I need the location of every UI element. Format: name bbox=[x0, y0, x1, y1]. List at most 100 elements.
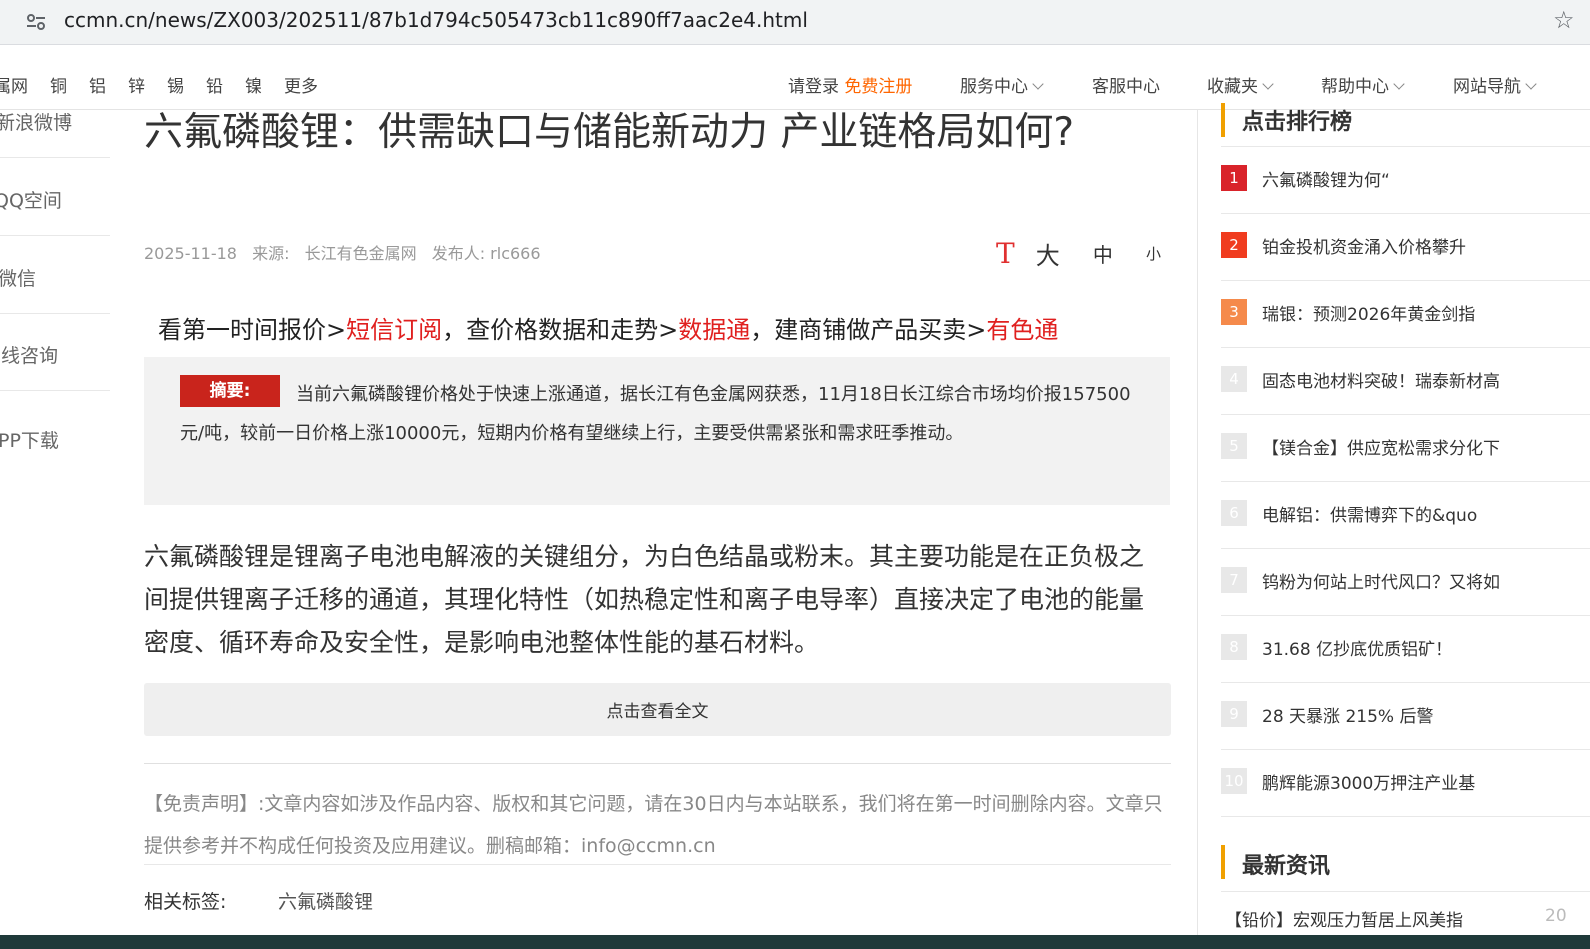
ranking-number: 10 bbox=[1221, 768, 1247, 794]
site-info-icon[interactable] bbox=[24, 10, 48, 34]
nav-metal-item[interactable]: 铅 bbox=[206, 72, 223, 97]
summary-label: 摘要: bbox=[180, 375, 280, 407]
ranking-title-link[interactable]: 31.68 亿抄底优质铝矿！ bbox=[1262, 635, 1452, 660]
divider bbox=[1221, 891, 1590, 892]
ranking-number: 2 bbox=[1221, 232, 1247, 258]
font-size-medium-button[interactable]: 中 bbox=[1093, 243, 1113, 267]
promo-text: 看第一时间报价> bbox=[158, 316, 347, 344]
nav-metal-item[interactable]: 镍 bbox=[245, 72, 262, 97]
ranking-title-link[interactable]: 铂金投机资金涌入价格攀升 bbox=[1262, 233, 1466, 258]
ranking-item[interactable]: 7 钨粉为何站上时代风口？又将如 bbox=[1221, 548, 1590, 616]
section-accent-bar bbox=[1221, 845, 1225, 879]
ranking-item[interactable]: 2 铂金投机资金涌入价格攀升 bbox=[1221, 213, 1590, 281]
chevron-down-icon bbox=[1525, 78, 1537, 90]
help-center-label: 帮助中心 bbox=[1321, 77, 1389, 97]
share-app-download[interactable]: APP下载 bbox=[0, 426, 95, 453]
chevron-down-icon bbox=[1262, 78, 1274, 90]
url-text[interactable]: ccmn.cn/news/ZX003/202511/87b1d794c50547… bbox=[64, 8, 808, 32]
summary-text: 当前六氟磷酸锂价格处于快速上涨通道，据长江有色金属网获悉，11月18日长江综合市… bbox=[180, 384, 1131, 444]
login-link[interactable]: 请登录 bbox=[788, 77, 839, 97]
ranking-item[interactable]: 6 电解铝：供需博弈下的&quo bbox=[1221, 481, 1590, 549]
ranking-header-divider bbox=[1221, 103, 1590, 147]
article-source: 长江有色金属网 bbox=[304, 244, 417, 263]
top-nav-bar: 属网铜铝锌锡铅镍更多 请登录 免费注册 服务中心 客服中心 收藏夹 帮助中心 网… bbox=[0, 56, 1590, 110]
article-date: 2025-11-18 bbox=[144, 244, 237, 263]
divider bbox=[144, 864, 1171, 865]
ranking-title-link[interactable]: 28 天暴涨 215% 后警 bbox=[1262, 702, 1433, 727]
share-qzone[interactable]: QQ空间 bbox=[0, 186, 104, 213]
latest-news-date: 20 bbox=[1545, 906, 1567, 926]
favorites-menu[interactable]: 收藏夹 bbox=[1207, 72, 1274, 97]
sidebar-separator bbox=[1197, 110, 1198, 949]
customer-center-label: 客服中心 bbox=[1092, 77, 1160, 97]
share-divider bbox=[0, 157, 110, 158]
font-size-small-button[interactable]: 小 bbox=[1146, 245, 1161, 263]
article-publisher: 发布人: rlc666 bbox=[431, 244, 541, 263]
nav-more-link[interactable]: 更多 bbox=[284, 72, 318, 97]
tags-label: 相关标签: bbox=[144, 891, 227, 913]
customer-center-link[interactable]: 客服中心 bbox=[1092, 72, 1160, 97]
share-wechat[interactable]: 微信 bbox=[0, 264, 108, 291]
ranking-item[interactable]: 4 固态电池材料突破！瑞泰新材高 bbox=[1221, 347, 1590, 415]
bookmark-star-icon[interactable]: ☆ bbox=[1553, 6, 1575, 34]
ranking-number: 4 bbox=[1221, 366, 1247, 392]
service-center-label: 服务中心 bbox=[960, 77, 1028, 97]
share-divider bbox=[0, 390, 110, 391]
data-service-link[interactable]: 数据通 bbox=[678, 316, 750, 344]
nav-metal-item[interactable]: 锌 bbox=[128, 72, 145, 97]
share-online-consult[interactable]: 在线咨询 bbox=[0, 341, 92, 368]
youset-link[interactable]: 有色通 bbox=[986, 316, 1058, 344]
chevron-down-icon bbox=[1032, 78, 1044, 90]
share-divider bbox=[0, 235, 110, 236]
latest-news-title: 最新资讯 bbox=[1242, 854, 1331, 879]
share-weibo[interactable]: 新浪微博 bbox=[0, 108, 106, 135]
ranking-number: 3 bbox=[1221, 299, 1247, 325]
source-label: 来源: bbox=[252, 244, 290, 263]
article-body: 六氟磷酸锂是锂离子电池电解液的关键组分，为白色结晶或粉末。其主要功能是在正负极之… bbox=[144, 542, 1145, 657]
site-nav-menu[interactable]: 网站导航 bbox=[1453, 72, 1537, 97]
nav-metal-item[interactable]: 属网 bbox=[0, 72, 28, 97]
bottom-strip bbox=[0, 935, 1590, 949]
subscription-promo: 看第一时间报价>短信订阅，查价格数据和走势>数据通，建商铺做产品买卖>有色通 bbox=[158, 310, 1058, 345]
promo-text: ，建商铺做产品买卖> bbox=[750, 316, 987, 344]
site-nav-label: 网站导航 bbox=[1453, 77, 1521, 97]
ranking-number: 6 bbox=[1221, 500, 1247, 526]
ranking-item[interactable]: 10 鹏辉能源3000万押注产业基 bbox=[1221, 749, 1590, 817]
disclaimer: 【免责声明】:文章内容如涉及作品内容、版权和其它问题，请在30日内与本站联系，我… bbox=[144, 793, 1163, 857]
chevron-down-icon bbox=[1393, 78, 1405, 90]
ranking-title-link[interactable]: 电解铝：供需博弈下的&quo bbox=[1262, 501, 1477, 526]
latest-news-item[interactable]: 【铅价】宏观压力暂居上风美指 bbox=[1225, 906, 1463, 931]
register-link[interactable]: 免费注册 bbox=[844, 77, 912, 97]
help-center-menu[interactable]: 帮助中心 bbox=[1321, 72, 1405, 97]
nav-metal-item[interactable]: 铝 bbox=[89, 72, 106, 97]
font-size-large-button[interactable]: 大 bbox=[1036, 242, 1060, 270]
ranking-title-link[interactable]: 六氟磷酸锂为何“ bbox=[1262, 166, 1390, 191]
login-area: 请登录 免费注册 bbox=[788, 72, 912, 97]
summary-box: 当前六氟磷酸锂价格处于快速上涨通道，据长江有色金属网获悉，11月18日长江综合市… bbox=[144, 357, 1170, 505]
ranking-number: 8 bbox=[1221, 634, 1247, 660]
nav-metal-item[interactable]: 铜 bbox=[50, 72, 67, 97]
ranking-number: 9 bbox=[1221, 701, 1247, 727]
ranking-number: 7 bbox=[1221, 567, 1247, 593]
sms-subscribe-link[interactable]: 短信订阅 bbox=[346, 316, 442, 344]
ranking-item[interactable]: 1 六氟磷酸锂为何“ bbox=[1221, 146, 1590, 214]
tag-link[interactable]: 六氟磷酸锂 bbox=[278, 887, 373, 914]
ranking-item[interactable]: 8 31.68 亿抄底优质铝矿！ bbox=[1221, 615, 1590, 683]
ranking-item[interactable]: 5 【镁合金】供应宽松需求分化下 bbox=[1221, 414, 1590, 482]
ranking-title-link[interactable]: 钨粉为何站上时代风口？又将如 bbox=[1262, 568, 1500, 593]
ranking-title-link[interactable]: 固态电池材料突破！瑞泰新材高 bbox=[1262, 367, 1500, 392]
nav-metal-item[interactable]: 锡 bbox=[167, 72, 184, 97]
favorites-label: 收藏夹 bbox=[1207, 77, 1258, 97]
ranking-number: 5 bbox=[1221, 433, 1247, 459]
font-size-control: T 大 中 小 bbox=[996, 236, 1161, 271]
article-meta: 2025-11-18 来源: 长江有色金属网 发布人: rlc666 bbox=[144, 240, 551, 264]
service-center-menu[interactable]: 服务中心 bbox=[960, 72, 1044, 97]
share-divider bbox=[0, 313, 110, 314]
ranking-item[interactable]: 9 28 天暴涨 215% 后警 bbox=[1221, 682, 1590, 750]
ranking-title-link[interactable]: 【镁合金】供应宽松需求分化下 bbox=[1262, 434, 1500, 459]
read-full-article-button[interactable]: 点击查看全文 bbox=[144, 683, 1171, 736]
ranking-item[interactable]: 3 瑞银：预测2026年黄金剑指 bbox=[1221, 280, 1590, 348]
ranking-title-link[interactable]: 瑞银：预测2026年黄金剑指 bbox=[1262, 300, 1475, 325]
ranking-number: 1 bbox=[1221, 165, 1247, 191]
ranking-title-link[interactable]: 鹏辉能源3000万押注产业基 bbox=[1262, 769, 1475, 794]
